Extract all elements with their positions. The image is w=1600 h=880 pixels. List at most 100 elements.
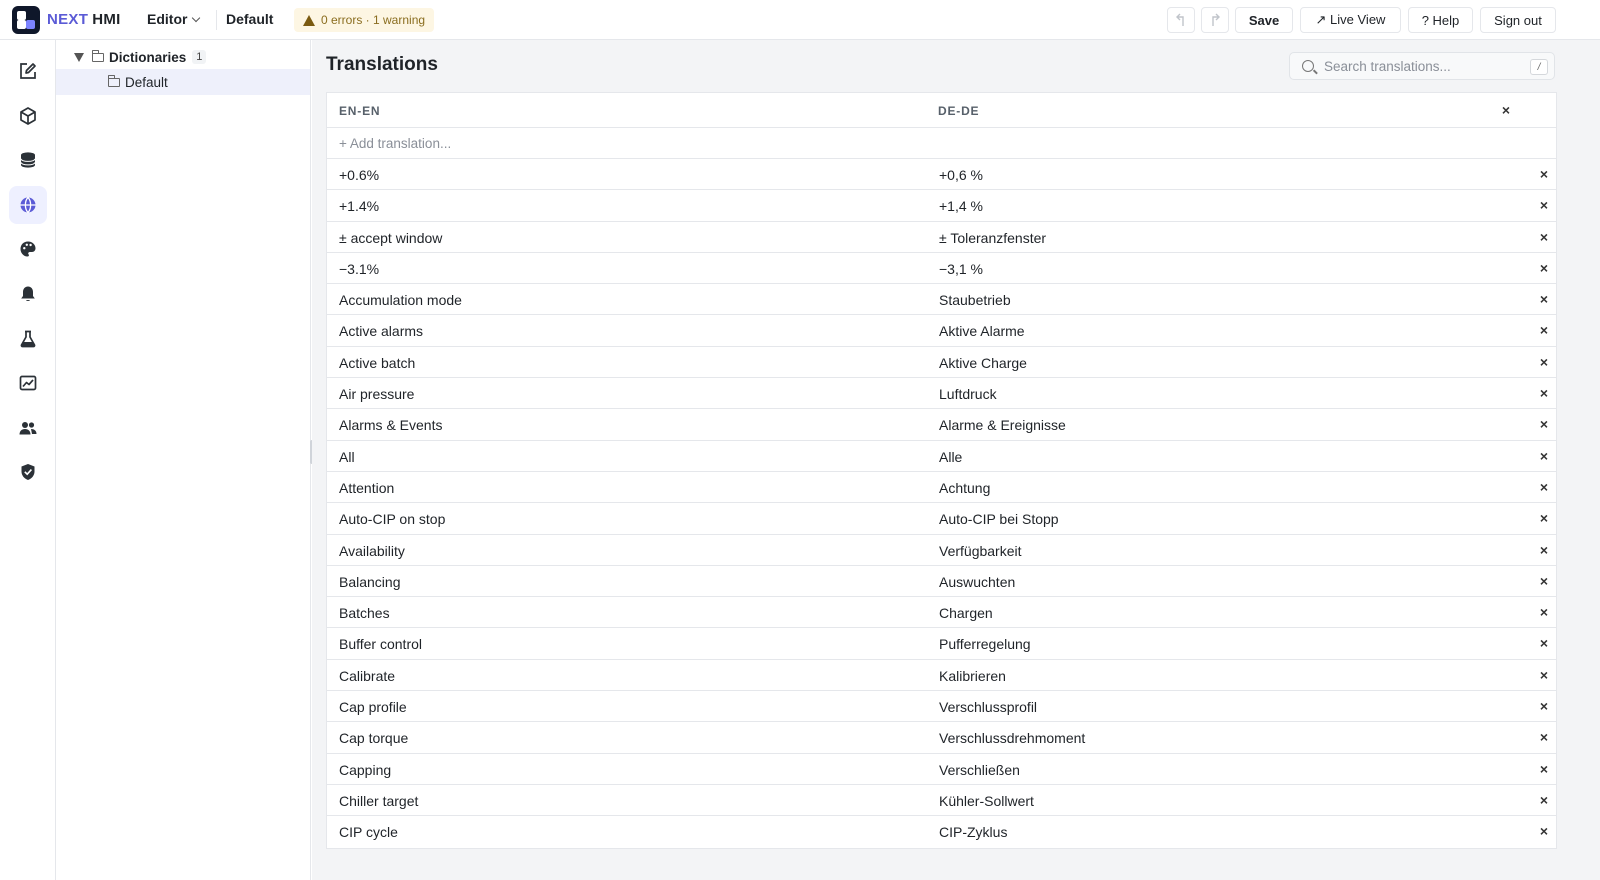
cell-en[interactable]: Calibrate — [339, 668, 395, 684]
cell-en[interactable]: Balancing — [339, 574, 401, 590]
cell-de[interactable]: Verschlussprofil — [939, 699, 1037, 715]
delete-row-button[interactable]: × — [1540, 761, 1548, 777]
cell-de[interactable]: Kühler-Sollwert — [939, 793, 1034, 809]
table-row[interactable]: Cap profile Verschlussprofil × — [327, 691, 1556, 723]
table-row[interactable]: Chiller target Kühler-Sollwert × — [327, 785, 1556, 817]
cell-de[interactable]: Achtung — [939, 480, 990, 496]
cell-en[interactable]: CIP cycle — [339, 824, 398, 840]
delete-row-button[interactable]: × — [1540, 229, 1548, 245]
cell-en[interactable]: +1.4% — [339, 198, 379, 214]
cell-de[interactable]: Alle — [939, 449, 962, 465]
delete-row-button[interactable]: × — [1540, 542, 1548, 558]
cell-de[interactable]: Staubetrieb — [939, 292, 1011, 308]
cell-de[interactable]: Aktive Alarme — [939, 323, 1025, 339]
tree-item-dictionaries[interactable]: Dictionaries 1 — [56, 44, 310, 70]
cell-de[interactable]: Auswuchten — [939, 574, 1015, 590]
table-row[interactable]: Capping Verschließen × — [327, 754, 1556, 785]
rail-item-translations[interactable] — [9, 186, 47, 224]
delete-row-button[interactable]: × — [1540, 635, 1548, 651]
rail-item-users[interactable] — [9, 409, 47, 447]
cell-en[interactable]: Active alarms — [339, 323, 423, 339]
cell-en[interactable]: Batches — [339, 605, 390, 621]
delete-row-button[interactable]: × — [1540, 197, 1548, 213]
caret-down-icon[interactable] — [74, 52, 84, 62]
table-row[interactable]: −3.1% −3,1 % × — [327, 253, 1556, 285]
delete-row-button[interactable]: × — [1540, 729, 1548, 745]
rail-item-security[interactable] — [9, 453, 47, 491]
cell-de[interactable]: CIP-Zyklus — [939, 824, 1007, 840]
delete-row-button[interactable]: × — [1540, 510, 1548, 526]
table-row[interactable]: Active batch Aktive Charge × — [327, 347, 1556, 379]
status-badge[interactable]: 0 errors · 1 warning — [294, 8, 435, 32]
cell-en[interactable]: Cap profile — [339, 699, 407, 715]
cell-en[interactable]: Buffer control — [339, 636, 422, 652]
table-row[interactable]: Active alarms Aktive Alarme × — [327, 315, 1556, 347]
delete-row-button[interactable]: × — [1540, 385, 1548, 401]
cell-en[interactable]: −3.1% — [339, 261, 379, 277]
cell-en[interactable]: Cap torque — [339, 730, 408, 746]
table-row[interactable]: CIP cycle CIP-Zyklus × — [327, 816, 1556, 847]
cell-en[interactable]: ± accept window — [339, 230, 442, 246]
rail-item-alarms[interactable] — [9, 275, 47, 313]
cell-de[interactable]: ± Toleranzfenster — [939, 230, 1046, 246]
table-row[interactable]: +1.4% +1,4 % × — [327, 190, 1556, 222]
cell-en[interactable]: Availability — [339, 543, 405, 559]
cell-en[interactable]: +0.6% — [339, 167, 379, 183]
rail-item-edit[interactable] — [9, 52, 47, 90]
delete-row-button[interactable]: × — [1540, 792, 1548, 808]
table-row[interactable]: Cap torque Verschlussdrehmoment × — [327, 722, 1556, 754]
cell-de[interactable]: Kalibrieren — [939, 668, 1006, 684]
project-name[interactable]: Default — [226, 11, 273, 27]
cell-en[interactable]: Alarms & Events — [339, 417, 442, 433]
remove-language-button[interactable]: × — [1502, 102, 1510, 118]
editor-menu[interactable]: Editor — [147, 11, 201, 27]
rail-item-data[interactable] — [9, 141, 47, 179]
table-row[interactable]: Calibrate Kalibrieren × — [327, 660, 1556, 692]
search-input[interactable] — [1324, 58, 1524, 74]
add-translation-row[interactable]: + Add translation... — [327, 128, 1556, 159]
cell-en[interactable]: Active batch — [339, 355, 415, 371]
live-view-button[interactable]: ↗ Live View — [1300, 7, 1401, 33]
cell-de[interactable]: Verfügbarkeit — [939, 543, 1022, 559]
table-row[interactable]: Alarms & Events Alarme & Ereignisse × — [327, 409, 1556, 441]
delete-row-button[interactable]: × — [1540, 416, 1548, 432]
cell-de[interactable]: Chargen — [939, 605, 993, 621]
table-row[interactable]: Accumulation mode Staubetrieb × — [327, 284, 1556, 316]
cell-de[interactable]: −3,1 % — [939, 261, 983, 277]
table-row[interactable]: Attention Achtung × — [327, 472, 1556, 504]
table-row[interactable]: All Alle × — [327, 441, 1556, 472]
cell-en[interactable]: All — [339, 449, 355, 465]
search-box[interactable]: / — [1289, 52, 1555, 80]
cell-de[interactable]: +0,6 % — [939, 167, 983, 183]
delete-row-button[interactable]: × — [1540, 322, 1548, 338]
cell-de[interactable]: Luftdruck — [939, 386, 997, 402]
table-row[interactable]: Balancing Auswuchten × — [327, 566, 1556, 598]
delete-row-button[interactable]: × — [1540, 166, 1548, 182]
delete-row-button[interactable]: × — [1540, 667, 1548, 683]
cell-en[interactable]: Accumulation mode — [339, 292, 462, 308]
redo-button[interactable] — [1201, 7, 1229, 33]
save-button[interactable]: Save — [1235, 7, 1293, 33]
table-row[interactable]: Availability Verfügbarkeit × — [327, 535, 1556, 566]
add-translation-input[interactable]: + Add translation... — [339, 136, 451, 151]
cell-de[interactable]: Aktive Charge — [939, 355, 1027, 371]
delete-row-button[interactable]: × — [1540, 291, 1548, 307]
delete-row-button[interactable]: × — [1540, 354, 1548, 370]
table-row[interactable]: +0.6% +0,6 % × — [327, 159, 1556, 191]
table-row[interactable]: Auto-CIP on stop Auto-CIP bei Stopp × — [327, 503, 1556, 535]
delete-row-button[interactable]: × — [1540, 698, 1548, 714]
table-row[interactable]: Batches Chargen × — [327, 597, 1556, 629]
delete-row-button[interactable]: × — [1540, 604, 1548, 620]
table-row[interactable]: ± accept window ± Toleranzfenster × — [327, 222, 1556, 253]
help-button[interactable]: ? Help — [1408, 7, 1473, 33]
cell-de[interactable]: Alarme & Ereignisse — [939, 417, 1066, 433]
undo-button[interactable] — [1167, 7, 1195, 33]
rail-item-themes[interactable] — [9, 230, 47, 268]
rail-item-components[interactable] — [9, 97, 47, 135]
cell-de[interactable]: Verschließen — [939, 762, 1020, 778]
cell-de[interactable]: Auto-CIP bei Stopp — [939, 511, 1059, 527]
sign-out-button[interactable]: Sign out — [1480, 7, 1556, 33]
delete-row-button[interactable]: × — [1540, 823, 1548, 839]
delete-row-button[interactable]: × — [1540, 479, 1548, 495]
cell-de[interactable]: +1,4 % — [939, 198, 983, 214]
